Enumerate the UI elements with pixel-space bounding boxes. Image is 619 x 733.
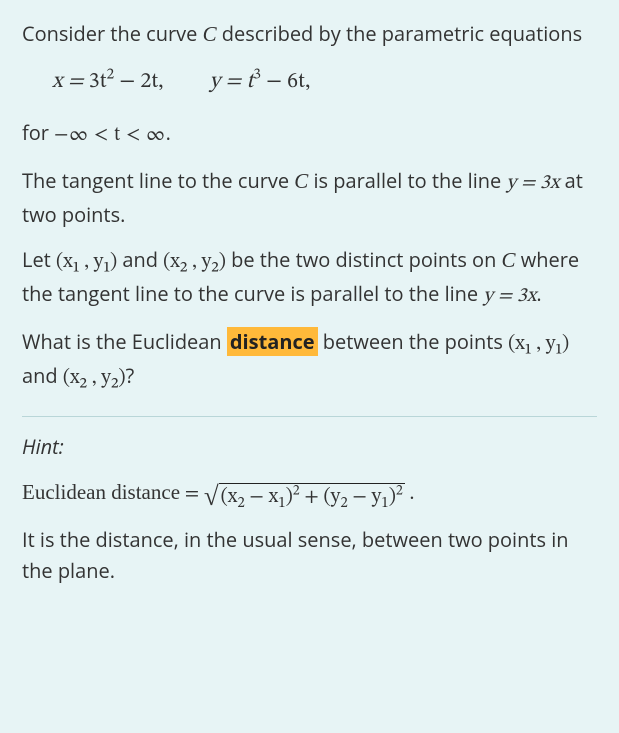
sqrt-expression: √ (x2 − x1)2 + (y2 − y1)2 bbox=[204, 483, 405, 507]
hint-text: It is the distance, in the usual sense, … bbox=[22, 524, 597, 586]
eq-x-term1: 3t2 bbox=[89, 71, 114, 93]
text: . bbox=[166, 119, 171, 146]
text: What is the Euclidean bbox=[22, 328, 227, 355]
point-1: (x₁ , y₁) bbox=[508, 334, 569, 354]
intro-paragraph: Consider the curve C described by the pa… bbox=[22, 18, 597, 51]
separator bbox=[22, 416, 597, 417]
problem-page: Consider the curve C described by the pa… bbox=[0, 0, 619, 622]
question-paragraph: What is the Euclidean distance between t… bbox=[22, 326, 597, 394]
point-1: (x₁ , y₁) bbox=[56, 252, 117, 272]
eq-x-term2: − 2t, bbox=[114, 71, 163, 93]
eq-y-term2: − 6t, bbox=[261, 71, 310, 93]
text: is parallel to the line bbox=[308, 167, 506, 194]
curve-symbol: C bbox=[502, 248, 516, 272]
text: The tangent line to the curve bbox=[22, 167, 294, 194]
tangent-paragraph: The tangent line to the curve C is paral… bbox=[22, 165, 597, 230]
eq-y-lhs: y = bbox=[210, 71, 247, 93]
text: . bbox=[536, 280, 541, 307]
line-equation: y = 3x bbox=[483, 286, 536, 306]
text: between the points bbox=[318, 328, 508, 355]
highlight-distance: distance bbox=[227, 327, 318, 356]
curve-symbol: C bbox=[294, 169, 308, 193]
hint-label: Hint: bbox=[22, 431, 597, 462]
text: described by the parametric equations bbox=[217, 20, 583, 47]
hint-name: Euclidean distance bbox=[22, 480, 180, 504]
eq-x-lhs: x = bbox=[52, 71, 89, 93]
text: and bbox=[22, 362, 63, 389]
radicand: (x2 − x1)2 + (y2 − y1)2 bbox=[219, 483, 405, 507]
hint-formula-line: Euclidean distance = √ (x2 − x1)2 + (y2 … bbox=[22, 476, 597, 510]
text: . bbox=[405, 484, 415, 504]
curve-symbol: C bbox=[203, 22, 217, 46]
text: ? bbox=[126, 362, 135, 389]
domain-line: for −∞ < t < ∞. bbox=[22, 117, 597, 151]
points-paragraph: Let (x₁ , y₁) and (x₂ , y₂) be the two d… bbox=[22, 244, 597, 312]
radical-icon: √ bbox=[204, 485, 219, 509]
point-2: (x₂ , y₂) bbox=[63, 368, 126, 388]
text: be the two distinct points on bbox=[226, 246, 502, 273]
equals: = bbox=[180, 484, 204, 504]
text: Let bbox=[22, 246, 56, 273]
domain-expression: −∞ < t < ∞ bbox=[54, 125, 165, 145]
eq-y-term1: t3 bbox=[246, 71, 261, 93]
text: for bbox=[22, 119, 54, 146]
point-2: (x₂ , y₂) bbox=[163, 252, 226, 272]
text: Consider the curve bbox=[22, 20, 203, 47]
line-equation: y = 3x bbox=[506, 173, 559, 193]
parametric-equations: x = 3t2 − 2t, y = t3 − 6t, bbox=[52, 65, 597, 99]
text: and bbox=[117, 246, 163, 273]
